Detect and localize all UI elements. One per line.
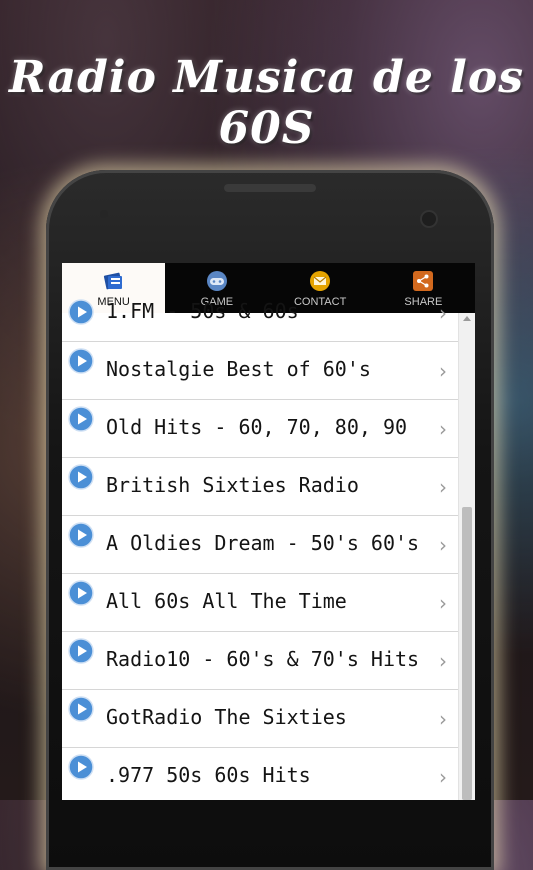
chevron-right-icon: › [439,359,447,383]
chevron-right-icon: › [439,591,447,615]
list-item[interactable]: .977 50s 60s Hits › [62,748,459,800]
list-item[interactable]: All 60s All The Time › [62,574,459,632]
list-item[interactable]: Radio10 - 60's & 70's Hits › [62,632,459,690]
play-icon [68,299,94,325]
play-icon [68,580,94,606]
list-item[interactable]: Old Hits - 60, 70, 80, 90 › [62,400,459,458]
phone-speaker [224,184,316,192]
phone-camera [420,210,438,228]
scrollbar[interactable] [458,313,475,800]
list-item[interactable]: GotRadio The Sixties › [62,690,459,748]
station-label: All 60s All The Time [106,589,347,613]
chevron-right-icon: › [439,707,447,731]
play-icon [68,348,94,374]
play-icon [68,754,94,780]
station-label: Nostalgie Best of 60's [106,357,371,381]
gamepad-icon [205,270,229,292]
play-icon [68,638,94,664]
station-label: .977 50s 60s Hits [106,763,311,787]
tab-share[interactable]: SHARE [372,263,475,313]
chevron-right-icon: › [439,475,447,499]
phone-sensor [100,210,108,218]
chevron-right-icon: › [439,301,447,325]
play-icon [68,406,94,432]
share-icon [411,270,435,292]
station-label: A Oldies Dream - 50's 60's [106,531,420,555]
play-icon [68,464,94,490]
app-screen: MENU GAME CONTACT SHARE 1.FM - 50s & 60s… [62,263,475,800]
chevron-right-icon: › [439,649,447,673]
play-icon [68,696,94,722]
station-label: 1.FM - 50s & 60s [106,299,299,323]
tab-contact-label: CONTACT [293,296,347,308]
station-label: Radio10 - 60's & 70's Hits [106,647,420,671]
scrollbar-thumb[interactable] [462,507,472,800]
list-item[interactable]: A Oldies Dream - 50's 60's › [62,516,459,574]
list-item[interactable]: 1.FM - 50s & 60s › [62,299,459,342]
chevron-right-icon: › [439,765,447,789]
chevron-right-icon: › [439,417,447,441]
promo-title: Radio Musica de los 60S [9,52,524,154]
menu-icon [102,270,126,292]
list-item[interactable]: Nostalgie Best of 60's › [62,342,459,400]
station-list: 1.FM - 50s & 60s › Nostalgie Best of 60'… [62,299,459,800]
scroll-up-arrow-icon[interactable] [463,316,471,321]
station-label: British Sixties Radio [106,473,359,497]
envelope-icon [308,270,332,292]
list-item[interactable]: British Sixties Radio › [62,458,459,516]
station-label: Old Hits - 60, 70, 80, 90 [106,415,408,439]
station-label: GotRadio The Sixties [106,705,347,729]
tab-share-label: SHARE [404,296,443,308]
play-icon [68,522,94,548]
chevron-right-icon: › [439,533,447,557]
